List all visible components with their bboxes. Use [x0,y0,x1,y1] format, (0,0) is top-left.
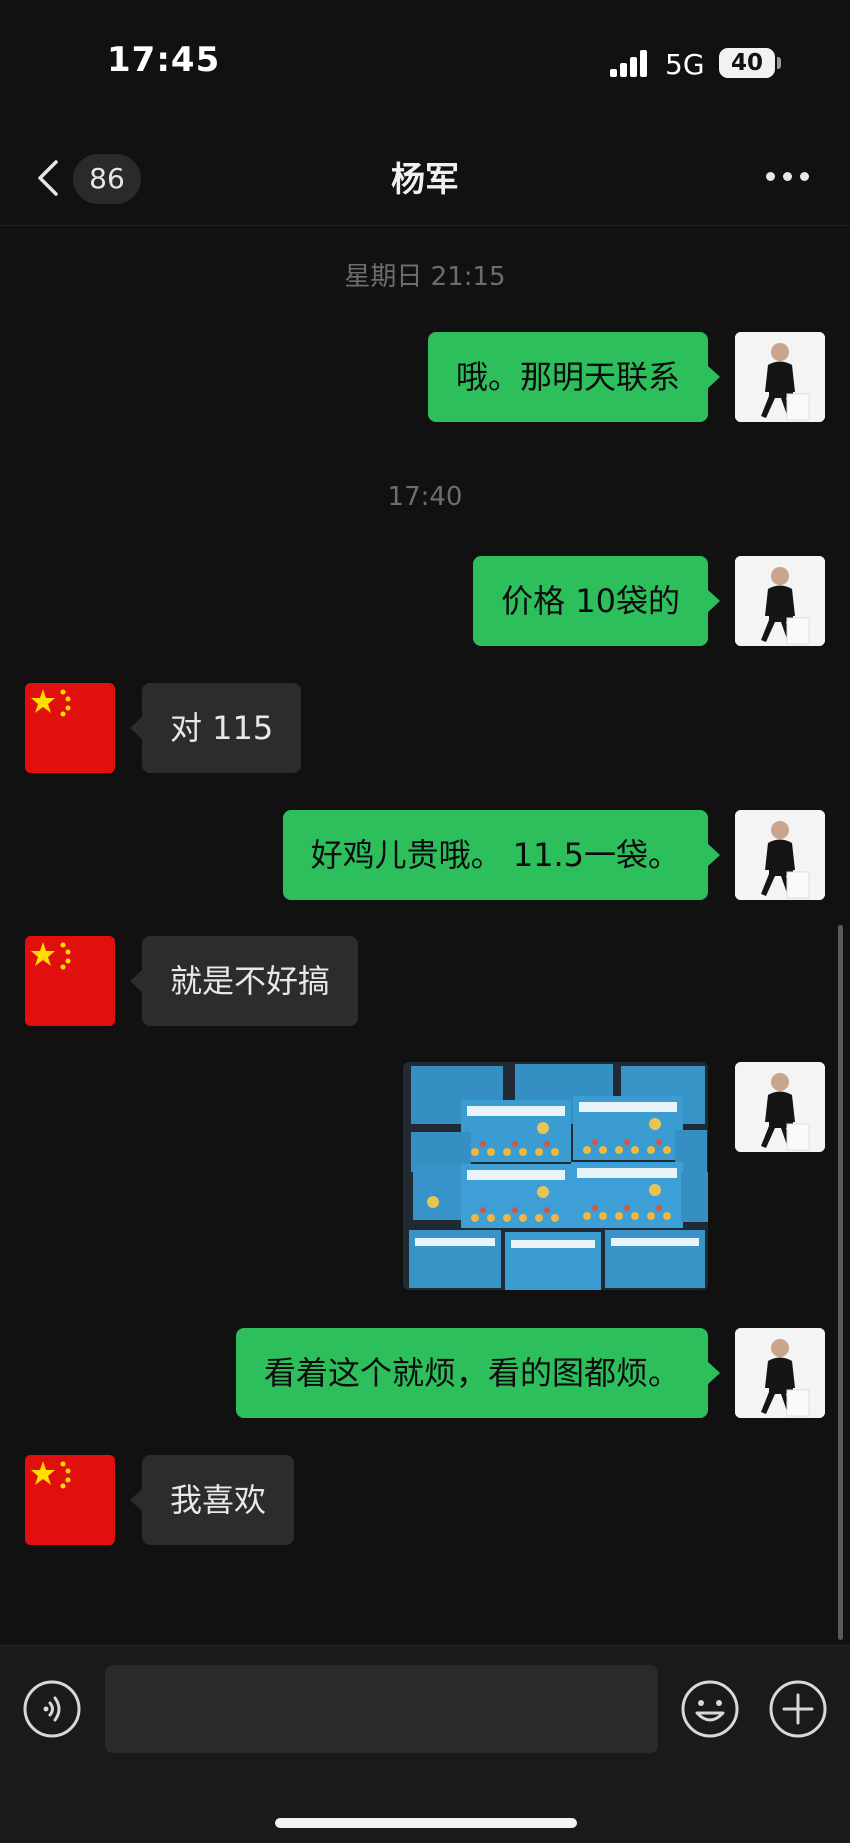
image-message[interactable] [403,1062,708,1290]
chat-title: 杨军 [391,160,459,200]
avatar-contact[interactable] [25,683,115,773]
message-bubble-incoming[interactable]: 我喜欢 [129,1455,295,1545]
message-input[interactable] [105,1665,658,1753]
person-avatar-icon [735,1062,825,1152]
message-bubble-outgoing[interactable]: 哦。那明天联系 [427,332,721,422]
avatar-self[interactable] [735,332,825,422]
network-label: 5G [665,48,705,81]
avatar-contact[interactable] [25,1455,115,1545]
more-dots-icon[interactable] [766,172,810,184]
voice-icon[interactable] [22,1679,82,1739]
chat-header: 86 杨军 [0,130,850,226]
battery-icon: 40 [719,48,775,78]
chat-screen: 17:45 5G 40 86 杨军 星期日 21:15 哦。那明天联系 17:4… [0,0,850,1843]
avatar-contact[interactable] [25,936,115,1026]
photo-thumbnail [403,1062,708,1290]
avatar-self[interactable] [735,1328,825,1418]
scrollbar[interactable] [838,925,843,1640]
person-avatar-icon [735,556,825,646]
timestamp: 17:40 [387,482,463,512]
china-flag-icon [25,1455,115,1545]
avatar-self[interactable] [735,1062,825,1152]
message-bubble-incoming[interactable]: 对 115 [129,683,302,773]
message-bubble-outgoing[interactable]: 好鸡儿贵哦。 11.5一袋。 [282,810,721,900]
battery-tip [777,57,781,69]
person-avatar-icon [735,810,825,900]
avatar-self[interactable] [735,810,825,900]
avatar-self[interactable] [735,556,825,646]
timestamp: 星期日 21:15 [344,262,506,292]
status-bar: 17:45 5G 40 [0,0,850,130]
china-flag-icon [25,683,115,773]
person-avatar-icon [735,332,825,422]
status-time: 17:45 [107,40,221,80]
home-indicator[interactable] [275,1818,577,1828]
message-bubble-outgoing[interactable]: 价格 10袋的 [473,556,720,646]
person-avatar-icon [735,1328,825,1418]
message-bubble-outgoing[interactable]: 看着这个就烦，看的图都烦。 [235,1328,721,1418]
message-bubble-incoming[interactable]: 就是不好搞 [129,936,359,1026]
signal-icon [610,49,648,77]
plus-icon[interactable] [768,1679,828,1739]
china-flag-icon [25,936,115,1026]
emoji-icon[interactable] [680,1679,740,1739]
input-bar [0,1645,850,1843]
